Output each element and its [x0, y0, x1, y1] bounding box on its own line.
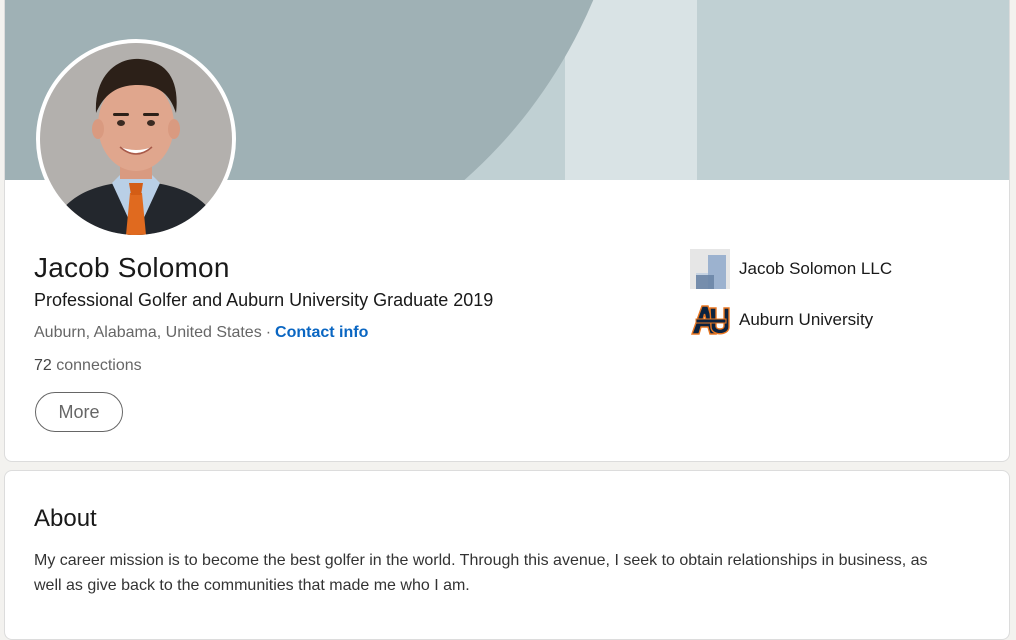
location-row: Auburn, Alabama, United States · Contact i…	[34, 324, 368, 342]
profile-card: Jacob Solomon Professional Golfer and Au…	[4, 0, 1010, 462]
contact-info-link[interactable]: Contact info	[275, 324, 368, 341]
about-card: About My career mission is to become the…	[4, 470, 1010, 640]
separator: ·	[265, 324, 272, 341]
profile-photo[interactable]	[36, 39, 236, 239]
org-name: Auburn University	[739, 310, 874, 329]
connections-row[interactable]: 72 connections	[34, 357, 142, 375]
auburn-au-logo-icon	[690, 300, 730, 340]
connections-label: connections	[56, 357, 142, 374]
profile-name: Jacob Solomon	[34, 252, 230, 283]
connections-count: 72	[34, 357, 52, 374]
profile-headline: Professional Golfer and Auburn Universit…	[34, 290, 494, 310]
about-title: About	[34, 505, 97, 532]
company-logo-icon	[690, 249, 730, 289]
about-text: My career mission is to become the best …	[34, 552, 928, 594]
profile-location: Auburn, Alabama, United States	[34, 324, 262, 341]
profile-photo-image	[40, 43, 232, 235]
org-item-company[interactable]: Jacob Solomon LLC	[690, 249, 892, 289]
org-item-school[interactable]: Auburn University	[690, 300, 873, 340]
more-button[interactable]: More	[35, 392, 123, 432]
banner-strip	[565, 0, 697, 180]
org-name: Jacob Solomon LLC	[739, 259, 893, 278]
